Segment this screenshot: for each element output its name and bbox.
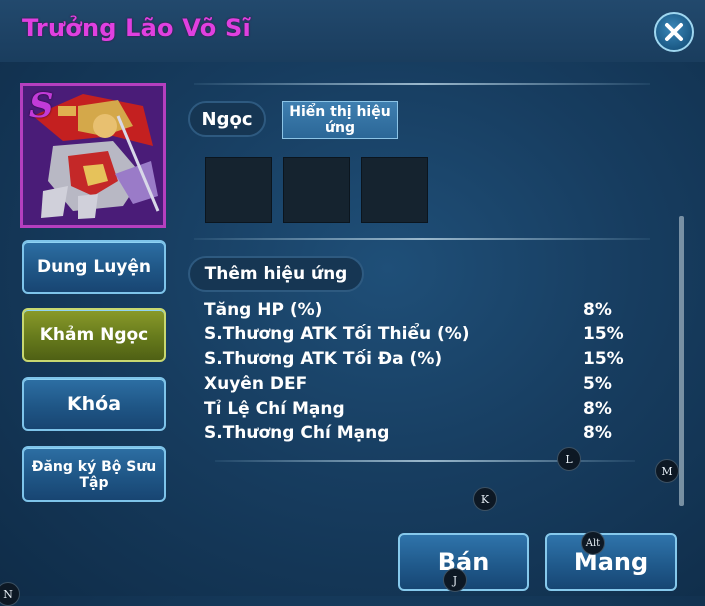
middle-divider: [194, 238, 650, 240]
hero-portrait[interactable]: S: [20, 83, 166, 228]
stat-value: 8%: [583, 399, 612, 419]
key-hint-n: N: [0, 582, 20, 606]
stat-name: Xuyên DEF: [204, 374, 308, 394]
stat-value: 8%: [583, 300, 612, 320]
stat-name: S.Thương Chí Mạng: [204, 423, 390, 443]
close-icon: [665, 23, 683, 41]
gem-slot-2[interactable]: [283, 157, 350, 223]
stat-value: 8%: [583, 423, 612, 443]
stat-name: S.Thương ATK Tối Đa (%): [204, 349, 443, 369]
stat-row: S.Thương ATK Tối Thiểu (%) 15%: [204, 324, 624, 348]
stat-row: S.Thương ATK Tối Đa (%) 15%: [204, 349, 624, 373]
stat-name: S.Thương ATK Tối Thiểu (%): [204, 324, 470, 344]
stat-value: 5%: [583, 374, 612, 394]
socket-gem-button[interactable]: Khảm Ngọc: [22, 308, 166, 362]
stat-row: Xuyên DEF 5%: [204, 374, 624, 398]
stat-row: Tăng HP (%) 8%: [204, 300, 624, 324]
key-hint-alt: Alt: [581, 531, 605, 555]
window-title: Trưởng Lão Võ Sĩ: [22, 14, 251, 42]
key-hint-m: M: [655, 459, 679, 483]
stat-value: 15%: [583, 349, 624, 369]
effects-section-label: Thêm hiệu ứng: [188, 256, 364, 292]
gem-slot-3[interactable]: [361, 157, 428, 223]
register-collection-button[interactable]: Đăng ký Bộ Sưu Tập: [22, 446, 166, 502]
show-effect-toggle[interactable]: Hiển thị hiệu ứng: [282, 101, 398, 139]
item-detail-panel: Trưởng Lão Võ Sĩ S Dung Luyện Khảm Ngọc: [0, 0, 705, 606]
equip-button[interactable]: Mang: [545, 533, 677, 591]
stat-name: Tỉ Lệ Chí Mạng: [204, 399, 345, 419]
rank-letter: S: [29, 86, 54, 126]
gem-slot-1[interactable]: [205, 157, 272, 223]
refine-button[interactable]: Dung Luyện: [22, 240, 166, 294]
key-hint-k: K: [473, 487, 497, 511]
gem-section-label: Ngọc: [188, 101, 266, 137]
refine-button-label: Dung Luyện: [36, 257, 152, 277]
stat-name: Tăng HP (%): [204, 300, 323, 320]
register-collection-button-label: Đăng ký Bộ Sưu Tập: [31, 459, 157, 491]
lock-button[interactable]: Khóa: [22, 377, 166, 431]
show-effect-toggle-label: Hiển thị hiệu ứng: [289, 104, 391, 136]
lock-button-label: Khóa: [66, 393, 122, 415]
top-divider: [194, 83, 650, 85]
close-button[interactable]: [654, 12, 694, 52]
key-hint-j: J: [443, 568, 467, 592]
stat-row: Tỉ Lệ Chí Mạng 8%: [204, 399, 624, 423]
title-bar: Trưởng Lão Võ Sĩ: [0, 0, 705, 62]
stat-value: 15%: [583, 324, 624, 344]
effects-scrollbar[interactable]: [679, 216, 684, 506]
stat-row: S.Thương Chí Mạng 8%: [204, 423, 624, 447]
key-hint-l: L: [557, 447, 581, 471]
socket-gem-button-label: Khảm Ngọc: [39, 325, 149, 345]
